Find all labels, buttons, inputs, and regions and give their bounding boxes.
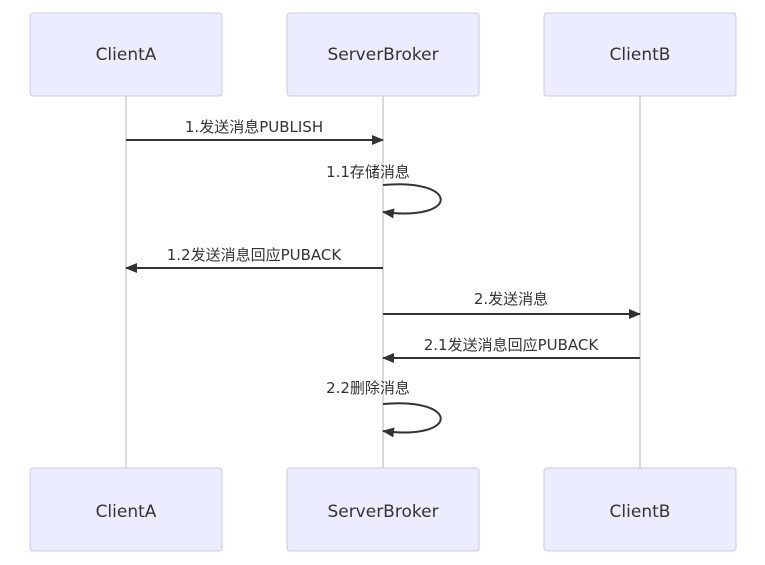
- svg-text:1.2发送消息回应PUBACK: 1.2发送消息回应PUBACK: [167, 246, 343, 264]
- svg-text:ClientB: ClientB: [610, 45, 671, 65]
- svg-text:2.发送消息: 2.发送消息: [474, 290, 548, 308]
- svg-text:2.1发送消息回应PUBACK: 2.1发送消息回应PUBACK: [424, 336, 600, 354]
- actor-bottom-clienta: ClientA: [29, 467, 223, 552]
- message-publish: 1.发送消息PUBLISH: [126, 118, 384, 145]
- svg-text:ClientA: ClientA: [96, 502, 157, 522]
- actor-bottom-clientb: ClientB: [543, 467, 737, 552]
- svg-text:1.发送消息PUBLISH: 1.发送消息PUBLISH: [185, 118, 323, 136]
- message-puback-to-broker: 2.1发送消息回应PUBACK: [382, 336, 640, 363]
- actor-top-clienta: ClientA: [29, 12, 223, 97]
- message-send-to-clientb: 2.发送消息: [383, 290, 641, 319]
- svg-text:ServerBroker: ServerBroker: [327, 502, 438, 522]
- svg-text:1.1存储消息: 1.1存储消息: [326, 163, 410, 181]
- svg-text:ServerBroker: ServerBroker: [327, 45, 438, 65]
- sequence-diagram: ClientA ServerBroker ClientB 1.发送消息PUBLI…: [29, 12, 737, 552]
- actor-top-serverbroker: ServerBroker: [286, 12, 480, 97]
- svg-text:ClientB: ClientB: [610, 502, 671, 522]
- svg-text:ClientA: ClientA: [96, 45, 157, 65]
- message-puback-to-clienta: 1.2发送消息回应PUBACK: [125, 246, 383, 273]
- svg-text:2.2删除消息: 2.2删除消息: [326, 379, 410, 397]
- actor-bottom-serverbroker: ServerBroker: [286, 467, 480, 552]
- actor-top-clientb: ClientB: [543, 12, 737, 97]
